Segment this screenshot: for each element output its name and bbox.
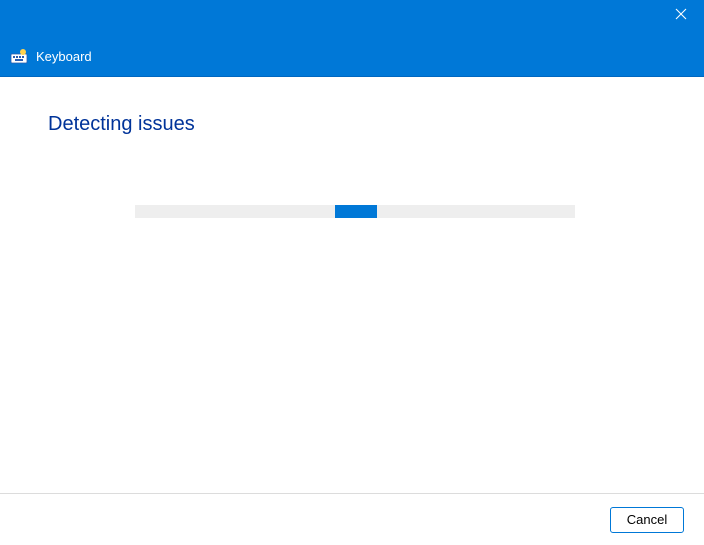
- close-icon: [675, 7, 687, 25]
- troubleshooter-window: Keyboard Detecting issues Cancel: [0, 0, 704, 545]
- progress-chunk: [335, 205, 377, 218]
- close-button[interactable]: [658, 0, 704, 32]
- titlebar: [0, 0, 704, 37]
- cancel-button[interactable]: Cancel: [610, 507, 684, 533]
- page-heading: Detecting issues: [48, 113, 656, 136]
- header-title: Keyboard: [36, 49, 92, 64]
- footer-bar: Cancel: [0, 493, 704, 545]
- header-bar: Keyboard: [0, 37, 704, 77]
- keyboard-icon: [10, 48, 28, 66]
- progress-bar: [135, 205, 575, 218]
- content-area: Detecting issues: [0, 77, 704, 493]
